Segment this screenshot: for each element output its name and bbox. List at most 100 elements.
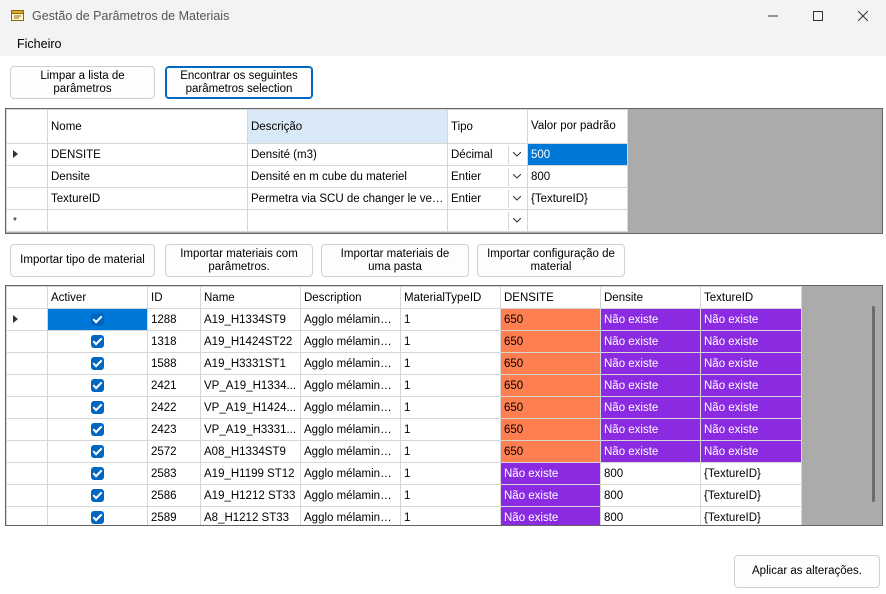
- densite-cell[interactable]: Não existe: [600, 396, 701, 419]
- close-button[interactable]: [841, 0, 885, 32]
- checkbox-checked-icon[interactable]: [91, 379, 104, 392]
- densite-cell[interactable]: Não existe: [600, 374, 701, 397]
- material-description-cell[interactable]: Agglo mélaminé 1...: [300, 352, 401, 375]
- header-description[interactable]: Description: [300, 286, 401, 309]
- texture-id-cell[interactable]: Não existe: [700, 330, 802, 353]
- material-type-id-cell[interactable]: 1: [400, 396, 501, 419]
- import-materials-from-folder-button[interactable]: Importar materiais de uma pasta: [321, 244, 469, 277]
- minimize-button[interactable]: [751, 0, 795, 32]
- material-description-cell[interactable]: Agglo mélaminé 8...: [300, 440, 401, 463]
- header-active[interactable]: Activer: [47, 286, 148, 309]
- header-name[interactable]: Nome: [47, 109, 248, 144]
- chevron-down-icon[interactable]: [508, 211, 524, 230]
- row-header[interactable]: [6, 418, 48, 441]
- material-row[interactable]: 2423 VP_A19_H3331... Agglo mélaminé 1... 1 6…: [6, 418, 802, 441]
- row-header[interactable]: [6, 187, 48, 210]
- param-description-cell[interactable]: Permetra via SCU de changer le vert d...: [247, 187, 448, 210]
- densite-upper-cell[interactable]: 650: [500, 352, 601, 375]
- material-description-cell[interactable]: Agglo mélaminé 1...: [300, 374, 401, 397]
- import-material-type-button[interactable]: Importar tipo de material: [10, 244, 155, 277]
- material-name-cell[interactable]: VP_A19_H1424...: [200, 396, 301, 419]
- densite-cell[interactable]: Não existe: [600, 330, 701, 353]
- material-name-cell[interactable]: A19_H1424ST22: [200, 330, 301, 353]
- find-params-button[interactable]: Encontrar os seguintes parâmetros select…: [165, 66, 313, 99]
- header-description[interactable]: Descrição: [247, 109, 448, 144]
- checkbox-checked-icon[interactable]: [91, 423, 104, 436]
- material-description-cell[interactable]: Agglo mélaminé 1...: [300, 462, 401, 485]
- clear-params-button[interactable]: Limpar a lista de parâmetros: [10, 66, 155, 99]
- densite-cell[interactable]: 800: [600, 506, 701, 525]
- new-param-row[interactable]: *: [6, 209, 628, 232]
- material-row[interactable]: 2586 A19_H1212 ST33 Agglo mélaminé 1... 1 Nã…: [6, 484, 802, 507]
- texture-id-cell[interactable]: Não existe: [700, 308, 802, 331]
- material-id-cell[interactable]: 1588: [147, 352, 201, 375]
- material-type-id-cell[interactable]: 1: [400, 308, 501, 331]
- material-name-cell[interactable]: A19_H1199 ST12: [200, 462, 301, 485]
- checkbox-checked-icon[interactable]: [91, 511, 104, 524]
- densite-upper-cell[interactable]: Não existe: [500, 484, 601, 507]
- chevron-down-icon[interactable]: [508, 145, 524, 164]
- material-description-cell[interactable]: Agglo mélaminé 1...: [300, 418, 401, 441]
- densite-upper-cell[interactable]: 650: [500, 330, 601, 353]
- row-header[interactable]: [6, 374, 48, 397]
- param-name-cell[interactable]: Densite: [47, 165, 248, 188]
- header-type[interactable]: Tipo: [447, 109, 528, 144]
- header-id[interactable]: ID: [147, 286, 201, 309]
- checkbox-checked-icon[interactable]: [91, 489, 104, 502]
- checkbox-checked-icon[interactable]: [91, 313, 104, 326]
- texture-id-cell[interactable]: Não existe: [700, 374, 802, 397]
- densite-cell[interactable]: Não existe: [600, 352, 701, 375]
- chevron-down-icon[interactable]: [508, 167, 524, 186]
- material-description-cell[interactable]: Agglo mélaminé 8...: [300, 506, 401, 525]
- checkbox-checked-icon[interactable]: [91, 335, 104, 348]
- header-densite[interactable]: Densite: [600, 286, 701, 309]
- material-id-cell[interactable]: 1318: [147, 330, 201, 353]
- material-name-cell[interactable]: VP_A19_H3331...: [200, 418, 301, 441]
- material-id-cell[interactable]: 2423: [147, 418, 201, 441]
- row-header[interactable]: [6, 484, 48, 507]
- param-row[interactable]: TextureID Permetra via SCU de changer le…: [6, 187, 628, 210]
- material-type-id-cell[interactable]: 1: [400, 462, 501, 485]
- material-id-cell[interactable]: 2421: [147, 374, 201, 397]
- material-row[interactable]: 1318 A19_H1424ST22 Agglo mélaminé 1... 1 650…: [6, 330, 802, 353]
- material-row[interactable]: 2583 A19_H1199 ST12 Agglo mélaminé 1... 1 Nã…: [6, 462, 802, 485]
- material-type-id-cell[interactable]: 1: [400, 352, 501, 375]
- material-type-id-cell[interactable]: 1: [400, 484, 501, 507]
- texture-id-cell[interactable]: {TextureID}: [700, 462, 802, 485]
- densite-upper-cell[interactable]: 650: [500, 374, 601, 397]
- row-header[interactable]: [6, 330, 48, 353]
- scrollbar-thumb[interactable]: [872, 306, 875, 502]
- densite-upper-cell[interactable]: Não existe: [500, 506, 601, 525]
- header-texture-id[interactable]: TextureID: [700, 286, 802, 309]
- material-name-cell[interactable]: A19_H1212 ST33: [200, 484, 301, 507]
- active-checkbox-cell[interactable]: [47, 506, 148, 525]
- material-description-cell[interactable]: Agglo mélaminé 1...: [300, 484, 401, 507]
- material-row[interactable]: 1288 A19_H1334ST9 Agglo mélaminé 1... 1 650 N…: [6, 308, 802, 331]
- material-description-cell[interactable]: Agglo mélaminé 1...: [300, 308, 401, 331]
- material-description-cell[interactable]: Agglo mélaminé 1...: [300, 330, 401, 353]
- row-header[interactable]: [6, 462, 48, 485]
- densite-upper-cell[interactable]: 650: [500, 418, 601, 441]
- material-type-id-cell[interactable]: 1: [400, 440, 501, 463]
- param-default-cell[interactable]: 800: [527, 165, 628, 188]
- material-type-id-cell[interactable]: 1: [400, 418, 501, 441]
- material-type-id-cell[interactable]: 1: [400, 374, 501, 397]
- material-id-cell[interactable]: 2589: [147, 506, 201, 525]
- texture-id-cell[interactable]: {TextureID}: [700, 484, 802, 507]
- import-material-config-button[interactable]: Importar configuração de material: [477, 244, 625, 277]
- material-name-cell[interactable]: A19_H3331ST1: [200, 352, 301, 375]
- material-row[interactable]: 1588 A19_H3331ST1 Agglo mélaminé 1... 1 650 N…: [6, 352, 802, 375]
- material-name-cell[interactable]: A19_H1334ST9: [200, 308, 301, 331]
- active-checkbox-cell[interactable]: [47, 462, 148, 485]
- texture-id-cell[interactable]: Não existe: [700, 440, 802, 463]
- texture-id-cell[interactable]: Não existe: [700, 396, 802, 419]
- active-checkbox-cell[interactable]: [47, 374, 148, 397]
- checkbox-checked-icon[interactable]: [91, 467, 104, 480]
- row-header[interactable]: [6, 440, 48, 463]
- densite-cell[interactable]: Não existe: [600, 440, 701, 463]
- checkbox-checked-icon[interactable]: [91, 445, 104, 458]
- densite-upper-cell[interactable]: 650: [500, 396, 601, 419]
- material-row[interactable]: 2589 A8_H1212 ST33 Agglo mélaminé 8... 1 Não…: [6, 506, 802, 525]
- densite-upper-cell[interactable]: 650: [500, 440, 601, 463]
- material-description-cell[interactable]: Agglo mélaminé 1...: [300, 396, 401, 419]
